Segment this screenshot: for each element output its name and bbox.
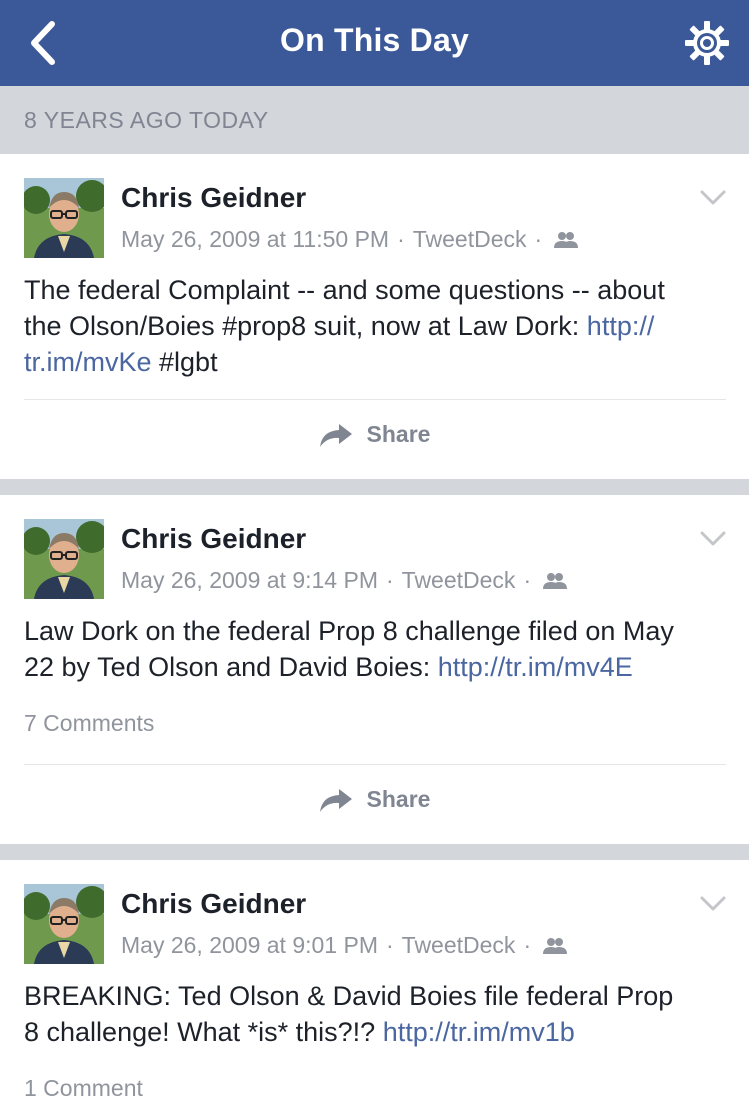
- post-text-line: The federal Complaint -- and some questi…: [24, 275, 665, 305]
- top-nav-bar: On This Day: [0, 0, 749, 86]
- post-card: Chris Geidner May 26, 2009 at 9:14 PM · Tw…: [0, 495, 749, 844]
- post-source: TweetDeck: [401, 567, 516, 593]
- post-text: Law Dork on the federal Prop 8 challenge…: [24, 613, 729, 685]
- post-text-line: 22 by Ted Olson and David Boies:: [24, 652, 438, 682]
- post-author[interactable]: Chris Geidner: [121, 523, 306, 555]
- meta-separator: ·: [397, 226, 405, 252]
- meta-separator: ·: [386, 567, 394, 593]
- post-date[interactable]: May 26, 2009 at 11:50 PM: [121, 226, 389, 252]
- meta-separator: ·: [386, 932, 394, 958]
- meta-separator: ·: [534, 226, 543, 252]
- post-source: TweetDeck: [401, 932, 516, 958]
- post-author[interactable]: Chris Geidner: [121, 182, 306, 214]
- chevron-down-icon[interactable]: [698, 894, 728, 914]
- share-arrow-icon: [319, 423, 352, 447]
- chevron-down-icon[interactable]: [698, 529, 728, 549]
- share-label: Share: [366, 421, 431, 447]
- avatar[interactable]: [24, 178, 104, 258]
- post-text: BREAKING: Ted Olson & David Boies file f…: [24, 978, 729, 1050]
- post-card: Chris Geidner May 26, 2009 at 11:50 PM · T…: [0, 154, 749, 479]
- post-link[interactable]: tr.im/mvKe: [24, 347, 152, 377]
- post-author[interactable]: Chris Geidner: [121, 888, 306, 920]
- section-header: 8 YEARS AGO TODAY: [0, 86, 749, 148]
- post-link[interactable]: http://tr.im/mv4E: [438, 652, 633, 682]
- meta-separator: ·: [523, 567, 532, 593]
- share-button[interactable]: Share: [0, 786, 749, 826]
- post-text-line: the Olson/Boies #prop8 suit, now at Law …: [24, 311, 587, 341]
- divider: [24, 399, 726, 400]
- comments-count[interactable]: 1 Comment: [24, 1075, 143, 1102]
- section-label: 8 YEARS AGO TODAY: [24, 107, 269, 133]
- post-text: The federal Complaint -- and some questi…: [24, 272, 729, 380]
- post-date[interactable]: May 26, 2009 at 9:01 PM: [121, 932, 378, 958]
- post-card: Chris Geidner May 26, 2009 at 9:01 PM · Tw…: [0, 860, 749, 1111]
- chevron-down-icon[interactable]: [698, 188, 728, 208]
- gear-icon[interactable]: [684, 20, 730, 66]
- post-text-line: BREAKING: Ted Olson & David Boies file f…: [24, 981, 674, 1011]
- share-button[interactable]: Share: [0, 421, 749, 461]
- post-meta: May 26, 2009 at 11:50 PM · TweetDeck ·: [121, 226, 579, 256]
- post-link[interactable]: http://tr.im/mv1b: [383, 1017, 575, 1047]
- friends-icon: [554, 229, 579, 256]
- share-arrow-icon: [319, 788, 352, 812]
- comments-count[interactable]: 7 Comments: [24, 710, 154, 737]
- post-meta: May 26, 2009 at 9:01 PM · TweetDeck ·: [121, 932, 568, 962]
- post-link[interactable]: http://: [587, 311, 655, 341]
- post-text-line: 8 challenge! What *is* this?!?: [24, 1017, 383, 1047]
- share-label: Share: [366, 786, 431, 812]
- friends-icon: [543, 570, 568, 597]
- post-text-hashtag: #lgbt: [151, 347, 218, 377]
- divider: [24, 764, 726, 765]
- post-date[interactable]: May 26, 2009 at 9:14 PM: [121, 567, 378, 593]
- avatar[interactable]: [24, 884, 104, 964]
- page-title: On This Day: [280, 22, 469, 58]
- meta-separator: ·: [523, 932, 532, 958]
- friends-icon: [543, 935, 568, 962]
- avatar[interactable]: [24, 519, 104, 599]
- post-meta: May 26, 2009 at 9:14 PM · TweetDeck ·: [121, 567, 568, 597]
- post-text-line: Law Dork on the federal Prop 8 challenge…: [24, 616, 674, 646]
- post-source: TweetDeck: [412, 226, 527, 252]
